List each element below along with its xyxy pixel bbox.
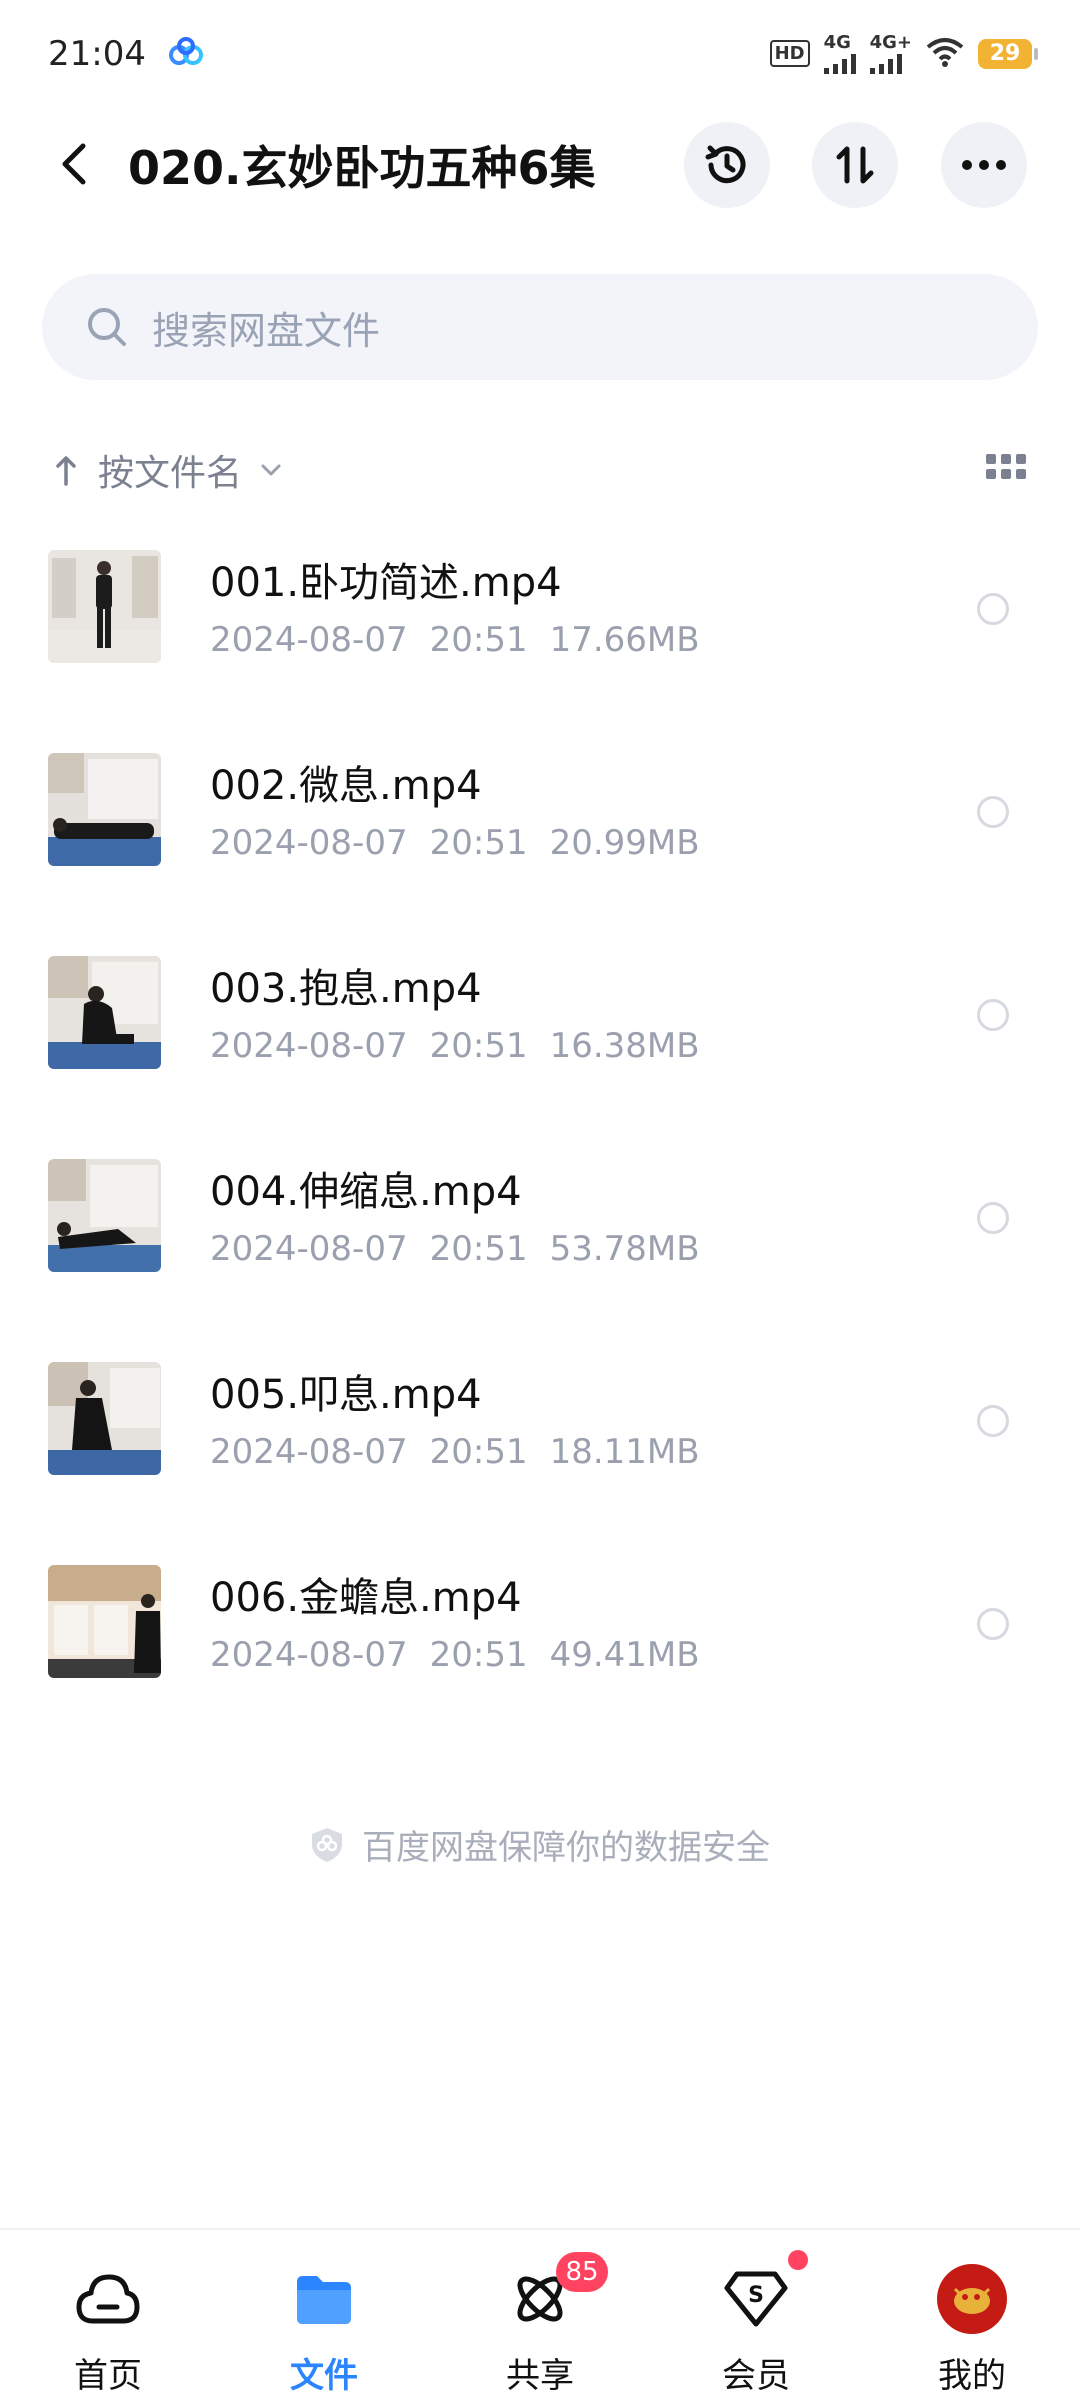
battery-indicator: 29 (978, 39, 1038, 69)
sort-up-arrow-icon (56, 456, 76, 486)
header: 020.玄妙卧功五种6集 (0, 110, 1080, 218)
tab-home[interactable]: 首页 (0, 2230, 216, 2402)
select-checkbox[interactable] (977, 999, 1009, 1031)
file-meta: 2024-08-07 20:51 16.38MB (210, 1026, 700, 1066)
select-checkbox[interactable] (977, 1202, 1009, 1234)
search-input[interactable]: 搜索网盘文件 (42, 274, 1038, 380)
file-name: 004.伸缩息.mp4 (210, 1169, 522, 1215)
file-meta: 2024-08-07 20:51 49.41MB (210, 1635, 700, 1675)
wifi-icon (926, 37, 964, 71)
signal-4g-plus-icon: 4G+ (869, 34, 912, 74)
sort-row: 按文件名 (56, 440, 1026, 500)
search-placeholder: 搜索网盘文件 (152, 308, 381, 353)
cloud-home-icon (76, 2274, 140, 2324)
file-row[interactable]: 004.伸缩息.mp4 2024-08-07 20:51 53.78MB (0, 1129, 1080, 1332)
file-row[interactable]: 006.金蟾息.mp4 2024-08-07 20:51 49.41MB (0, 1535, 1080, 1738)
sort-label: 按文件名 (98, 453, 243, 494)
file-meta: 2024-08-07 20:51 20.99MB (210, 823, 700, 863)
bottom-tab-bar: 首页 文件 85 共享 S 会员 我的 (0, 2228, 1080, 2400)
chevron-down-icon (261, 464, 281, 476)
history-button[interactable] (684, 122, 770, 208)
tab-share[interactable]: 85 共享 (432, 2230, 648, 2402)
vip-dot-badge (788, 2250, 808, 2270)
video-thumbnail (48, 1362, 161, 1475)
file-meta: 2024-08-07 20:51 17.66MB (210, 620, 700, 660)
search-icon (88, 308, 126, 346)
signal-4g-icon: 4G (823, 34, 856, 74)
page-title: 020.玄妙卧功五种6集 (128, 141, 596, 195)
select-checkbox[interactable] (977, 796, 1009, 828)
folder-icon (297, 2276, 351, 2324)
history-icon (705, 145, 746, 184)
more-dots-icon (962, 160, 1006, 170)
file-meta: 2024-08-07 20:51 53.78MB (210, 1229, 700, 1269)
file-name: 005.叩息.mp4 (210, 1372, 482, 1418)
select-checkbox[interactable] (977, 593, 1009, 625)
transfer-button[interactable] (812, 122, 898, 208)
svg-text:S: S (748, 2283, 764, 2308)
tab-mine[interactable]: 我的 (864, 2230, 1080, 2402)
file-name: 006.金蟾息.mp4 (210, 1575, 522, 1621)
status-bar: 21:04 HD 4G 4G+ 29 (0, 0, 1080, 108)
video-thumbnail (48, 1159, 161, 1272)
tab-vip[interactable]: S 会员 (648, 2230, 864, 2402)
file-row[interactable]: 001.卧功简述.mp4 2024-08-07 20:51 17.66MB (0, 520, 1080, 723)
shield-icon (312, 1827, 342, 1862)
video-thumbnail (48, 550, 161, 663)
status-time: 21:04 (48, 34, 146, 74)
select-checkbox[interactable] (977, 1405, 1009, 1437)
video-thumbnail (48, 1565, 161, 1678)
file-meta: 2024-08-07 20:51 18.11MB (210, 1432, 700, 1472)
file-name: 001.卧功简述.mp4 (210, 560, 562, 606)
back-button[interactable] (48, 138, 100, 190)
transfer-arrows-icon (836, 146, 874, 184)
chevron-left-icon (62, 143, 86, 185)
baidu-cloud-icon (168, 37, 204, 71)
safety-note: 百度网盘保障你的数据安全 (0, 1820, 1080, 1869)
file-name: 002.微息.mp4 (210, 763, 482, 809)
file-name: 003.抱息.mp4 (210, 966, 482, 1012)
avatar (937, 2264, 1007, 2334)
more-button[interactable] (941, 122, 1027, 208)
file-list: 001.卧功简述.mp4 2024-08-07 20:51 17.66MB 002.… (0, 520, 1080, 1738)
select-checkbox[interactable] (977, 1608, 1009, 1640)
file-row[interactable]: 002.微息.mp4 2024-08-07 20:51 20.99MB (0, 723, 1080, 926)
grid-view-button[interactable] (986, 454, 1026, 484)
file-row[interactable]: 003.抱息.mp4 2024-08-07 20:51 16.38MB (0, 926, 1080, 1129)
share-badge: 85 (556, 2252, 608, 2292)
sort-toggle[interactable]: 按文件名 (56, 444, 282, 496)
grid-view-icon (986, 454, 1026, 479)
vip-diamond-icon: S (724, 2271, 788, 2327)
video-thumbnail (48, 753, 161, 866)
tab-files[interactable]: 文件 (216, 2230, 432, 2402)
video-thumbnail (48, 956, 161, 1069)
hd-indicator: HD (769, 40, 810, 67)
file-row[interactable]: 005.叩息.mp4 2024-08-07 20:51 18.11MB (0, 1332, 1080, 1535)
